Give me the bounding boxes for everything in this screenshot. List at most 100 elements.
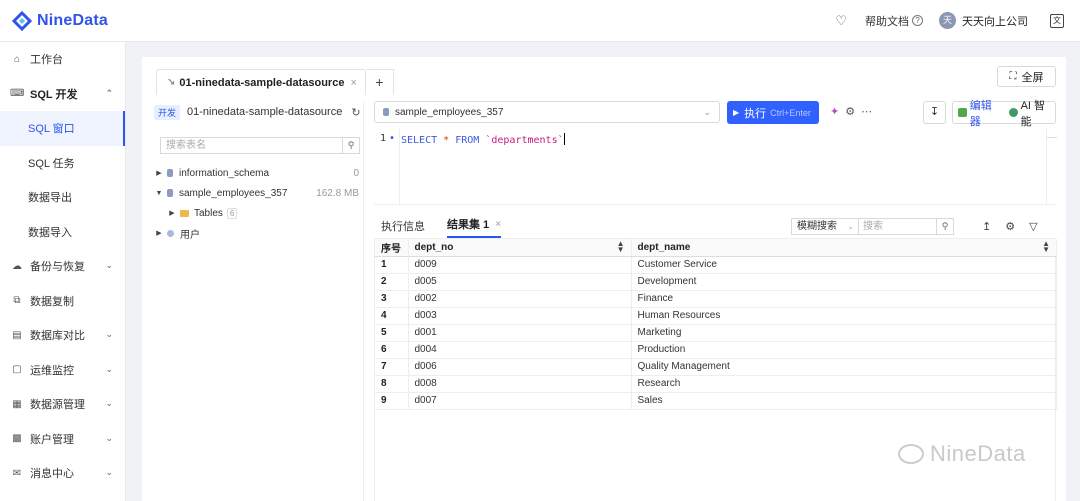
dept-name-cell[interactable]: Finance (631, 290, 1057, 308)
table-row[interactable]: 1 d009 Customer Service (375, 256, 1057, 274)
search-icon[interactable]: ⚲ (936, 219, 953, 234)
table-row[interactable]: 6 d004 Production (375, 341, 1057, 359)
dept-no-cell[interactable]: d007 (408, 392, 632, 410)
tree-node-tables[interactable]: ▶ Tables 6 (154, 203, 363, 223)
dept-name-cell[interactable]: Research (631, 375, 1057, 393)
help-docs-label: 帮助文档 (865, 15, 909, 28)
sidebar-item-workbench[interactable]: ⌂ 工作台 (0, 42, 125, 77)
sidebar-item-replication[interactable]: ⧉ 数据复制 (0, 284, 125, 319)
row-index-cell[interactable]: 1 (375, 256, 409, 274)
table-row[interactable]: 5 d001 Marketing (375, 324, 1057, 342)
row-index-cell[interactable]: 4 (375, 307, 409, 325)
dept-name-cell[interactable]: Development (631, 273, 1057, 291)
user-menu[interactable]: 天 天天向上公司 (939, 12, 1028, 29)
tab-query[interactable]: ↘ 01-ninedata-sample-datasource × (156, 69, 366, 95)
sidebar-item-sql-task[interactable]: SQL 任务 (0, 146, 125, 181)
table-row[interactable]: 8 d008 Research (375, 375, 1057, 393)
sidebar-item-sql-dev[interactable]: ⌨ SQL 开发 ⌃ (0, 77, 125, 112)
sidebar-item-sql-window[interactable]: SQL 窗口 (0, 111, 125, 146)
code-line[interactable]: SELECT * FROM `departments` (401, 133, 565, 146)
sql-editor[interactable]: 1 • SELECT * FROM `departments` (374, 129, 1057, 205)
sidebar-item-monitoring[interactable]: ▢ 运维监控 ⌄ (0, 353, 125, 388)
mode-ai-button[interactable]: AI 智能 (1008, 97, 1055, 129)
row-index-cell[interactable]: 7 (375, 358, 409, 376)
column-header-dept-name[interactable]: dept_name ▲ ▼ (631, 239, 1057, 257)
search-mode-select[interactable]: 模糊搜索 ⌄ (791, 218, 859, 235)
dept-no-cell[interactable]: d002 (408, 290, 632, 308)
query-tabbar: ↘ 01-ninedata-sample-datasource × + (156, 69, 394, 95)
caret-down-icon[interactable]: ▼ (154, 190, 164, 197)
caret-right-icon[interactable]: ▶ (154, 169, 164, 177)
tree-node-information-schema[interactable]: ▶ information_schema 0 (154, 163, 363, 183)
table-count-badge: 6 (226, 207, 238, 219)
download-button[interactable]: ↧ (923, 101, 946, 124)
close-icon[interactable]: × (495, 219, 501, 230)
dept-name-cell[interactable]: Quality Management (631, 358, 1057, 376)
sidebar-item-messages[interactable]: ✉ 消息中心 ⌄ (0, 456, 125, 491)
help-docs-link[interactable]: 帮助文档 ? (865, 13, 923, 29)
dept-no-cell[interactable]: d003 (408, 307, 632, 325)
dept-no-cell[interactable]: d006 (408, 358, 632, 376)
export-icon[interactable]: ↥ (982, 220, 991, 233)
search-icon[interactable]: ⚲ (342, 138, 359, 153)
row-index-cell[interactable]: 3 (375, 290, 409, 308)
dept-no-cell[interactable]: d005 (408, 273, 632, 291)
dept-no-cell[interactable]: d001 (408, 324, 632, 342)
tree-node-users[interactable]: ▶ 用户 (154, 223, 363, 243)
sidebar-item-datasource[interactable]: ▦ 数据源管理 ⌄ (0, 387, 125, 422)
sidebar-item-backup[interactable]: ☁ 备份与恢复 ⌄ (0, 249, 125, 284)
caret-right-icon[interactable]: ▶ (154, 229, 164, 237)
collapse-icon[interactable]: ▽ (1029, 220, 1037, 233)
refresh-icon[interactable]: ↻ (351, 106, 360, 119)
row-index-cell[interactable]: 9 (375, 392, 409, 410)
caret-right-icon[interactable]: ▶ (167, 209, 177, 217)
table-row[interactable]: 3 d002 Finance (375, 290, 1057, 308)
sort-icon[interactable]: ▲ ▼ (617, 240, 625, 254)
notification-bell-icon[interactable]: ♡ (835, 13, 847, 29)
dept-no-cell[interactable]: d004 (408, 341, 632, 359)
sidebar-item-account[interactable]: ▩ 账户管理 ⌄ (0, 422, 125, 457)
settings-icon[interactable]: ⚙ (1005, 220, 1015, 233)
mode-editor-button[interactable]: 编辑器 (953, 97, 1002, 129)
more-icon[interactable]: ⋯ (861, 105, 872, 118)
settings-icon[interactable]: ⚙ (845, 105, 855, 118)
language-icon[interactable]: 文 (1050, 13, 1064, 28)
dept-name-cell[interactable]: Sales (631, 392, 1057, 410)
database-select[interactable]: sample_employees_357 ⌄ (374, 101, 720, 123)
row-index-cell[interactable]: 8 (375, 375, 409, 393)
dept-name-cell[interactable]: Human Resources (631, 307, 1057, 325)
table-row[interactable]: 4 d003 Human Resources (375, 307, 1057, 325)
dept-no-cell[interactable]: d009 (408, 256, 632, 274)
table-search-input[interactable] (161, 138, 341, 153)
sidebar-item-db-compare[interactable]: ▤ 数据库对比 ⌄ (0, 318, 125, 353)
row-index-cell[interactable]: 2 (375, 273, 409, 291)
row-index-cell[interactable]: 6 (375, 341, 409, 359)
sidebar-item-data-import[interactable]: 数据导入 (0, 215, 125, 250)
object-tree-panel: 开发 01-ninedata-sample-datasource ↻ ⚲ ▶ i… (154, 101, 364, 501)
table-row[interactable]: 9 d007 Sales (375, 392, 1057, 410)
tab-execution-info[interactable]: 执行信息 (374, 218, 425, 238)
dept-name-cell[interactable]: Customer Service (631, 256, 1057, 274)
format-sql-icon[interactable]: ✦ (830, 105, 839, 118)
close-icon[interactable]: × (350, 77, 356, 89)
dept-name-cell[interactable]: Marketing (631, 324, 1057, 342)
dept-name-cell[interactable]: Production (631, 341, 1057, 359)
table-row[interactable]: 2 d005 Development (375, 273, 1057, 291)
dept-no-cell[interactable]: d008 (408, 375, 632, 393)
row-index-cell[interactable]: 5 (375, 324, 409, 342)
sidebar-item-data-export[interactable]: 数据导出 (0, 180, 125, 215)
tab-result-set[interactable]: 结果集 1 × (447, 216, 502, 238)
fullscreen-button[interactable]: ⛶ 全屏 (997, 66, 1056, 87)
user-name: 天天向上公司 (962, 15, 1028, 28)
tree-node-sample-employees[interactable]: ▼ sample_employees_357 162.8 MB (154, 183, 363, 203)
run-button[interactable]: ▶ 执行 Ctrl+Enter (727, 101, 819, 124)
app-logo[interactable]: NineData (12, 10, 108, 31)
sidebar-item-label: 工作台 (30, 54, 63, 67)
sort-icon[interactable]: ▲ ▼ (1042, 240, 1050, 254)
add-tab-button[interactable]: + (365, 69, 394, 95)
column-header-dept-no[interactable]: dept_no ▲ ▼ (408, 239, 632, 257)
datasource-name[interactable]: 01-ninedata-sample-datasource (187, 106, 342, 118)
editor-scrollbar[interactable] (1046, 129, 1057, 205)
result-search-input[interactable] (858, 219, 934, 234)
table-row[interactable]: 7 d006 Quality Management (375, 358, 1057, 376)
